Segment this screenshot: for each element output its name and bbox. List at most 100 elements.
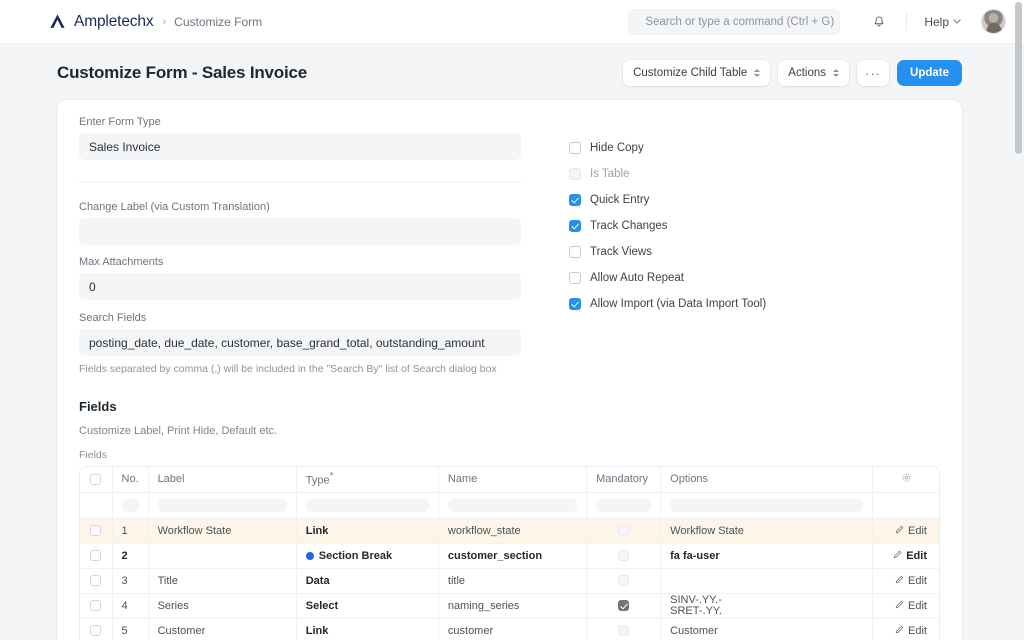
cell-label[interactable]: Workflow State xyxy=(148,518,297,544)
row-edit-button[interactable]: Edit xyxy=(872,593,939,619)
filter-cell-type[interactable] xyxy=(296,492,439,519)
table-row[interactable]: 1 Workflow State Link workflow_state Workflo… xyxy=(80,518,939,544)
mandatory-checkbox[interactable] xyxy=(618,525,630,537)
column-settings-header[interactable] xyxy=(872,467,939,493)
actions-menu-button[interactable]: Actions xyxy=(778,60,850,86)
update-button[interactable]: Update xyxy=(897,60,962,86)
cell-no[interactable]: 5 xyxy=(112,618,149,640)
cell-type[interactable]: Data xyxy=(296,568,439,594)
cell-mandatory[interactable] xyxy=(586,593,662,619)
search-fields-input[interactable]: posting_date, due_date, customer, base_g… xyxy=(79,329,521,356)
cell-mandatory[interactable] xyxy=(586,543,662,569)
row-select-checkbox[interactable] xyxy=(90,575,102,587)
row-select-checkbox[interactable] xyxy=(90,550,102,562)
pencil-icon xyxy=(895,625,904,633)
table-row[interactable]: 3 Title Data title Edit xyxy=(80,568,939,594)
cell-options[interactable]: SINV-.YY.- SRET-.YY. xyxy=(660,593,874,619)
customize-child-table-button[interactable]: Customize Child Table xyxy=(623,60,771,86)
option-row-allow-import-via-data-import-tool[interactable]: Allow Import (via Data Import Tool) xyxy=(569,291,940,317)
cell-no[interactable]: 4 xyxy=(112,593,149,619)
row-select-cell[interactable] xyxy=(80,543,113,569)
select-all-header[interactable] xyxy=(80,467,113,493)
notifications-button[interactable] xyxy=(866,9,892,35)
row-select-checkbox[interactable] xyxy=(90,600,102,612)
row-edit-button[interactable]: Edit xyxy=(872,543,939,569)
fields-section-title: Fields xyxy=(79,399,117,414)
form-type-input[interactable]: Sales Invoice xyxy=(79,133,521,160)
cell-options[interactable] xyxy=(660,568,874,594)
max-attachments-input[interactable]: 0 xyxy=(79,273,521,300)
option-row-allow-auto-repeat[interactable]: Allow Auto Repeat xyxy=(569,265,940,291)
cell-label[interactable] xyxy=(148,543,297,569)
cell-type[interactable]: Link xyxy=(296,618,439,640)
table-row[interactable]: 2 Section Break customer_section fa fa-user… xyxy=(80,543,939,569)
row-select-cell[interactable] xyxy=(80,518,113,544)
filter-cell-name[interactable] xyxy=(438,492,588,519)
more-options-button[interactable]: ··· xyxy=(857,60,890,86)
row-edit-button[interactable]: Edit xyxy=(872,618,939,640)
cell-label[interactable]: Series xyxy=(148,593,297,619)
row-select-cell[interactable] xyxy=(80,593,113,619)
breadcrumb-customize-form[interactable]: Customize Form xyxy=(174,15,262,29)
option-row-is-table[interactable]: Is Table xyxy=(569,161,940,187)
cell-mandatory[interactable] xyxy=(586,518,662,544)
cell-options[interactable]: Workflow State xyxy=(660,518,874,544)
cell-type[interactable]: Section Break xyxy=(296,543,439,569)
cell-name[interactable]: workflow_state xyxy=(438,518,588,544)
row-select-cell[interactable] xyxy=(80,618,113,640)
mandatory-checkbox[interactable] xyxy=(618,600,630,612)
cell-label[interactable]: Title xyxy=(148,568,297,594)
row-edit-button[interactable]: Edit xyxy=(872,518,939,544)
option-row-track-views[interactable]: Track Views xyxy=(569,239,940,265)
brand-home-link[interactable]: Ampletechx xyxy=(48,12,154,31)
cell-no[interactable]: 2 xyxy=(112,543,149,569)
cell-options[interactable]: fa fa-user xyxy=(660,543,874,569)
cell-name[interactable]: naming_series xyxy=(438,593,588,619)
brand-name: Ampletechx xyxy=(74,12,154,30)
cell-options[interactable]: Customer xyxy=(660,618,874,640)
row-select-checkbox[interactable] xyxy=(90,625,102,637)
column-header-mandatory: Mandatory xyxy=(586,467,662,493)
checkbox-label: Allow Auto Repeat xyxy=(590,272,684,284)
filter-cell-mandatory[interactable] xyxy=(586,492,662,519)
cell-mandatory[interactable] xyxy=(586,568,662,594)
checkbox-track-changes[interactable] xyxy=(569,220,581,232)
cell-name[interactable]: title xyxy=(438,568,588,594)
page-scrollbar[interactable] xyxy=(1015,2,1022,638)
help-menu-button[interactable]: Help xyxy=(920,12,965,32)
checkbox-is-table xyxy=(569,168,581,180)
checkbox-allow-import-via-data-import-tool[interactable] xyxy=(569,298,581,310)
option-row-track-changes[interactable]: Track Changes xyxy=(569,213,940,239)
change-label-input[interactable] xyxy=(79,218,521,245)
row-select-cell[interactable] xyxy=(80,568,113,594)
filter-cell-options[interactable] xyxy=(660,492,874,519)
checkbox-hide-copy[interactable] xyxy=(569,142,581,154)
cell-type[interactable]: Select xyxy=(296,593,439,619)
cell-no[interactable]: 1 xyxy=(112,518,149,544)
table-row[interactable]: 5 Customer Link customer Customer Edit xyxy=(80,618,939,640)
mandatory-checkbox[interactable] xyxy=(618,550,630,562)
avatar[interactable] xyxy=(981,9,1006,34)
cell-mandatory[interactable] xyxy=(586,618,662,640)
cell-no[interactable]: 3 xyxy=(112,568,149,594)
checkbox-track-views[interactable] xyxy=(569,246,581,258)
table-row[interactable]: 4 Series Select naming_series SINV-.YY.- SRET… xyxy=(80,593,939,619)
option-row-hide-copy[interactable]: Hide Copy xyxy=(569,135,940,161)
mandatory-checkbox[interactable] xyxy=(618,625,630,637)
checkbox-label: Quick Entry xyxy=(590,194,650,206)
checkbox-allow-auto-repeat[interactable] xyxy=(569,272,581,284)
option-row-quick-entry[interactable]: Quick Entry xyxy=(569,187,940,213)
cell-name[interactable]: customer_section xyxy=(438,543,588,569)
row-edit-button[interactable]: Edit xyxy=(872,568,939,594)
select-all-checkbox[interactable] xyxy=(90,473,102,485)
filter-cell-label[interactable] xyxy=(148,492,297,519)
page-scrollbar-thumb[interactable] xyxy=(1015,2,1022,154)
checkbox-quick-entry[interactable] xyxy=(569,194,581,206)
cell-label[interactable]: Customer xyxy=(148,618,297,640)
mandatory-checkbox[interactable] xyxy=(618,575,630,587)
filter-cell-no[interactable] xyxy=(112,492,149,519)
global-search-input[interactable]: Search or type a command (Ctrl + G) xyxy=(628,8,841,35)
row-select-checkbox[interactable] xyxy=(90,525,102,537)
cell-type[interactable]: Link xyxy=(296,518,439,544)
cell-name[interactable]: customer xyxy=(438,618,588,640)
